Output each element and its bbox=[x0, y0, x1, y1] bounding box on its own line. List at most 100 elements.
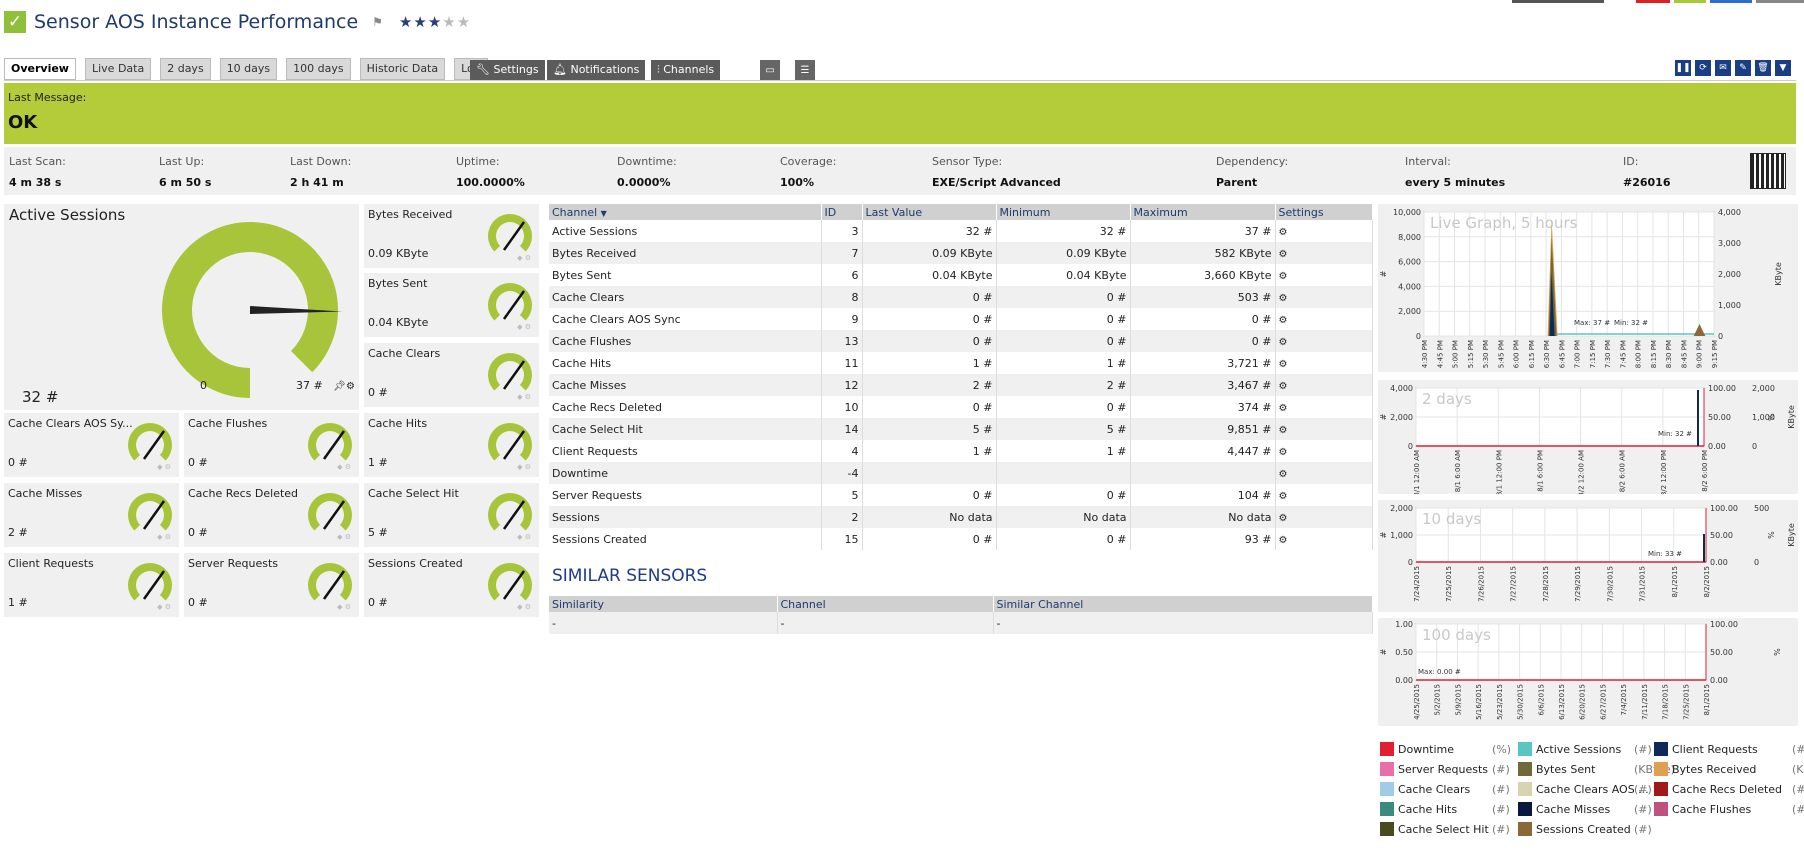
tab-100-days[interactable]: 100 days bbox=[286, 58, 351, 80]
gear-icon[interactable]: ⚙ bbox=[1279, 447, 1288, 458]
scan-now-icon[interactable]: ⟳ bbox=[1695, 60, 1711, 76]
live-graph-panel[interactable]: 4:30 PM 4:45 PM 5:00 PM 5:15 PM 5:30 PM 5:45 … bbox=[1378, 204, 1798, 372]
gauge-tile[interactable]: Cache Clears AOS Sy... 0 # ◆ ⚙ bbox=[4, 413, 179, 477]
legend-item[interactable]: Bytes Received (KByte) bbox=[1654, 762, 1804, 776]
legend-item[interactable]: Cache Select Hit (#) bbox=[1380, 822, 1516, 836]
dropdown-icon[interactable]: ▼ bbox=[1775, 60, 1791, 76]
gauge-tools-icon[interactable]: ◆ ⚙ bbox=[337, 463, 351, 471]
gauge-tools-icon[interactable]: ◆ ⚙ bbox=[337, 603, 351, 611]
gauge-tools-icon[interactable]: ◆ ⚙ bbox=[157, 603, 171, 611]
ten-days-graph-panel[interactable]: 7/24/2015 7/25/2015 7/26/2015 7/27/2015 7/28… bbox=[1378, 500, 1798, 612]
legend-item[interactable]: Cache Flushes (#) bbox=[1654, 802, 1804, 816]
gear-icon[interactable]: ⚙ bbox=[1279, 315, 1288, 326]
qr-code[interactable] bbox=[1750, 153, 1786, 189]
table-row[interactable]: Cache Hits 11 1 #1 #3,721 # ⚙ bbox=[549, 352, 1373, 374]
settings-cell[interactable]: ⚙ bbox=[1275, 418, 1373, 440]
delete-icon[interactable]: 🗑︎ bbox=[1755, 60, 1771, 76]
channel-name-cell[interactable]: Active Sessions bbox=[549, 220, 822, 242]
settings-cell[interactable]: ⚙ bbox=[1275, 286, 1373, 308]
priority-stars[interactable]: ★★★★★ bbox=[399, 13, 471, 31]
table-row[interactable]: Sessions Created 15 0 #0 #93 # ⚙ bbox=[549, 528, 1373, 550]
settings-cell[interactable]: ⚙ bbox=[1275, 484, 1373, 506]
gear-icon[interactable]: ⚙ bbox=[346, 381, 355, 392]
star-icon[interactable]: ★ bbox=[399, 13, 413, 31]
column-header-maximum[interactable]: Maximum bbox=[1130, 204, 1276, 220]
gauge-tile[interactable]: Bytes Sent 0.04 KByte ◆ ⚙ bbox=[364, 273, 539, 337]
gauge-tools-icon[interactable]: ◆ ⚙ bbox=[157, 463, 171, 471]
settings-cell[interactable]: ⚙ bbox=[1275, 308, 1373, 330]
star-icon[interactable]: ★ bbox=[428, 13, 442, 31]
legend-item[interactable]: Bytes Sent(KByte) bbox=[1518, 762, 1675, 776]
sort-down-icon[interactable]: ▼ bbox=[601, 209, 607, 218]
table-row[interactable]: Downtime -4 ⚙ bbox=[549, 462, 1373, 484]
gear-icon[interactable]: ⚙ bbox=[1279, 337, 1288, 348]
pin-icon[interactable]: 📌︎ bbox=[333, 381, 346, 392]
settings-cell[interactable]: ⚙ bbox=[1275, 528, 1373, 550]
legend-item[interactable]: Cache Clears AOS ... (#) bbox=[1518, 782, 1654, 796]
gauge-tile[interactable]: Sessions Created 0 # ◆ ⚙ bbox=[364, 553, 539, 617]
channel-name-cell[interactable]: Cache Flushes bbox=[549, 330, 822, 352]
settings-cell[interactable]: ⚙ bbox=[1275, 264, 1373, 286]
gauge-tools-icon[interactable]: ◆ ⚙ bbox=[517, 533, 531, 541]
settings-cell[interactable]: ⚙ bbox=[1275, 462, 1373, 484]
settings-cell[interactable]: ⚙ bbox=[1275, 220, 1373, 242]
legend-item[interactable]: Downtime (%) bbox=[1380, 742, 1516, 756]
gear-icon[interactable]: ⚙ bbox=[1279, 535, 1288, 546]
table-row[interactable]: Active Sessions 3 32 #32 #37 # ⚙ bbox=[549, 220, 1373, 242]
gear-icon[interactable]: ⚙ bbox=[1279, 271, 1288, 282]
column-header-last-value[interactable]: Last Value bbox=[862, 204, 997, 220]
table-row[interactable]: Cache Misses 12 2 #2 #3,467 # ⚙ bbox=[549, 374, 1373, 396]
list-icon[interactable]: ☰ bbox=[795, 60, 815, 80]
edit-icon[interactable]: ✎ bbox=[1735, 60, 1751, 76]
legend-item[interactable]: Active Sessions (#) bbox=[1518, 742, 1654, 756]
legend-item[interactable]: Cache Hits (#) bbox=[1380, 802, 1516, 816]
settings-cell[interactable]: ⚙ bbox=[1275, 330, 1373, 352]
settings-cell[interactable]: ⚙ bbox=[1275, 242, 1373, 264]
gauge-tile[interactable]: Cache Select Hit 5 # ◆ ⚙ bbox=[364, 483, 539, 547]
channel-name-cell[interactable]: Cache Select Hit bbox=[549, 418, 822, 440]
gear-icon[interactable]: ⚙ bbox=[1279, 359, 1288, 370]
gear-icon[interactable]: ⚙ bbox=[1279, 403, 1288, 414]
channel-name-cell[interactable]: Server Requests bbox=[549, 484, 822, 506]
table-row[interactable]: Cache Clears 8 0 #0 #503 # ⚙ bbox=[549, 286, 1373, 308]
tab-2-days[interactable]: 2 days bbox=[160, 58, 211, 80]
gauge-tile[interactable]: Cache Recs Deleted 0 # ◆ ⚙ bbox=[184, 483, 359, 547]
gauge-tools-icon[interactable]: ◆ ⚙ bbox=[517, 393, 531, 401]
channel-name-cell[interactable]: Bytes Sent bbox=[549, 264, 822, 286]
settings-cell[interactable]: ⚙ bbox=[1275, 440, 1373, 462]
tab-historic-data[interactable]: Historic Data bbox=[359, 58, 446, 80]
gear-icon[interactable]: ⚙ bbox=[1279, 425, 1288, 436]
two-days-graph-panel[interactable]: 8/1 12:00 AM 8/1 6:00 AM 8/1 12:00 PM 8/1 6… bbox=[1378, 380, 1798, 497]
gear-icon[interactable]: ⚙ bbox=[1279, 469, 1288, 480]
gear-icon[interactable]: ⚙ bbox=[1279, 491, 1288, 502]
gauge-tile[interactable]: Bytes Received 0.09 KByte ◆ ⚙ bbox=[364, 204, 539, 268]
tab-live-data[interactable]: Live Data bbox=[84, 58, 152, 80]
legend-item[interactable]: Cache Clears (#) bbox=[1380, 782, 1516, 796]
channel-name-cell[interactable]: Downtime bbox=[549, 462, 822, 484]
flag-icon[interactable]: ⚑ bbox=[372, 15, 383, 29]
gear-icon[interactable]: ⚙ bbox=[1279, 381, 1288, 392]
table-row[interactable]: Client Requests 4 1 #1 #4,447 # ⚙ bbox=[549, 440, 1373, 462]
table-row[interactable]: Bytes Sent 6 0.04 KByte 0.04 KByte 3,660 KBy… bbox=[549, 264, 1373, 286]
legend-item[interactable]: Sessions Created (#) bbox=[1518, 822, 1654, 836]
channel-name-cell[interactable]: Sessions bbox=[549, 506, 822, 528]
comment-icon[interactable]: ▭ bbox=[760, 60, 780, 80]
star-icon[interactable]: ★ bbox=[442, 13, 456, 31]
gauge-tools-icon[interactable]: ◆ ⚙ bbox=[517, 254, 531, 262]
column-header-channel[interactable]: Channel bbox=[777, 596, 994, 612]
gear-icon[interactable]: ⚙ bbox=[1279, 249, 1288, 260]
channel-name-cell[interactable]: Cache Recs Deleted bbox=[549, 396, 822, 418]
column-header-similarity[interactable]: Similarity bbox=[549, 596, 778, 612]
hundred-days-graph-panel[interactable]: 4/25/2015 5/2/2015 5/9/2015 5/16/2015 5/23/2… bbox=[1378, 618, 1798, 726]
settings-cell[interactable]: ⚙ bbox=[1275, 396, 1373, 418]
gauge-tile[interactable]: Server Requests 0 # ◆ ⚙ bbox=[184, 553, 359, 617]
legend-item[interactable]: Server Requests (#) bbox=[1380, 762, 1516, 776]
gauge-tile[interactable]: Cache Clears 0 # ◆ ⚙ bbox=[364, 343, 539, 407]
tab-overview[interactable]: Overview bbox=[4, 58, 76, 80]
channels-button[interactable]: ⫶ Channels bbox=[651, 60, 721, 80]
settings-button[interactable]: 🔧︎ Settings bbox=[470, 60, 545, 80]
channel-name-cell[interactable]: Client Requests bbox=[549, 440, 822, 462]
settings-cell[interactable]: ⚙ bbox=[1275, 352, 1373, 374]
star-icon[interactable]: ★ bbox=[457, 13, 471, 31]
gauge-tile[interactable]: Client Requests 1 # ◆ ⚙ bbox=[4, 553, 179, 617]
